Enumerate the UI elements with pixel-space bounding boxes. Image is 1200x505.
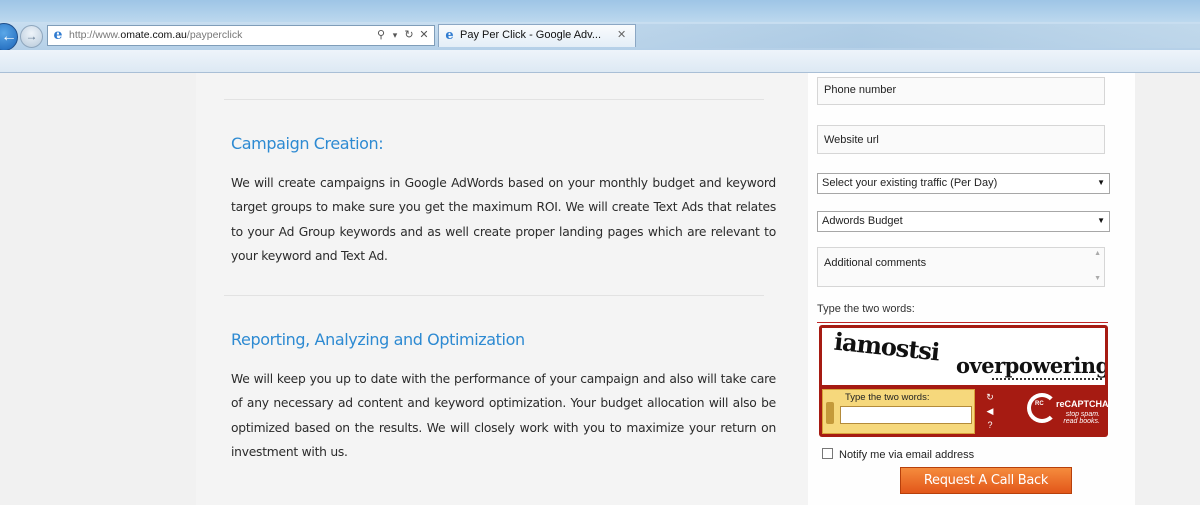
captcha-buttons: ↻ ◀ ? [979, 389, 1001, 434]
scroll-down-icon[interactable]: ▼ [1094, 275, 1101, 282]
window-titlebar [0, 0, 1200, 22]
divider [224, 99, 764, 100]
divider [224, 295, 764, 296]
refresh-icon[interactable]: ↻ [979, 391, 1001, 404]
web-page: Campaign Creation: We will create campai… [0, 73, 1200, 505]
notify-label: Notify me via email address [839, 449, 975, 461]
recaptcha-tagline: stop spam. read books. [1058, 411, 1100, 425]
chevron-down-icon: ▼ [1097, 178, 1105, 187]
ie-page-icon: e [53, 27, 63, 43]
command-bar [0, 50, 1200, 73]
ie-tab-icon: e [445, 28, 454, 43]
pencil-icon [826, 402, 834, 424]
section-body-reporting: We will keep you up to date with the per… [231, 372, 776, 459]
comments-field[interactable]: Additional comments ▲ ▼ [817, 247, 1105, 287]
captcha-divider [817, 322, 1108, 323]
budget-select-value: Adwords Budget [822, 215, 903, 227]
budget-select[interactable]: Adwords Budget ▼ [817, 211, 1110, 232]
tab-pay-per-click[interactable]: e Pay Per Click - Google Adv... ✕ [438, 24, 636, 47]
recaptcha-widget: iamostsi overpowering Type the two words… [819, 325, 1109, 437]
traffic-select-value: Select your existing traffic (Per Day) [822, 177, 998, 189]
refresh-icon[interactable]: ↻ [403, 26, 415, 45]
scroll-up-icon[interactable]: ▲ [1094, 250, 1101, 257]
captcha-word-1: iamostsi [832, 328, 941, 367]
captcha-input-area: Type the two words: [822, 389, 975, 434]
tagline-line-2: read books. [1063, 418, 1100, 425]
captcha-image: iamostsi overpowering [822, 328, 1105, 385]
url-prefix: http://www. [69, 29, 121, 41]
section-heading-campaign-creation: Campaign Creation: [231, 134, 384, 153]
comments-placeholder: Additional comments [824, 257, 927, 269]
recaptcha-icon [1027, 393, 1057, 423]
forward-button[interactable]: → [20, 25, 43, 48]
captcha-input[interactable] [840, 406, 972, 424]
recaptcha-brand: reCAPTCHA [1056, 399, 1109, 409]
captcha-word-2: overpowering [956, 353, 1105, 378]
chevron-down-icon[interactable]: ▾ [389, 26, 401, 45]
recaptcha-logo: RC reCAPTCHA stop spam. read books. [1026, 389, 1109, 434]
help-icon[interactable]: ? [979, 419, 1001, 432]
url-path: /payperclick [186, 29, 243, 41]
address-bar[interactable]: e http://www.omate.com.au/payperclick ⚲ … [47, 25, 435, 46]
forward-arrow-icon: → [25, 29, 38, 43]
tagline-line-1: stop spam. [1065, 411, 1100, 418]
captcha-noise [992, 378, 1102, 385]
main-content: Campaign Creation: We will create campai… [196, 73, 808, 505]
toolbar-background [636, 24, 1200, 48]
notify-checkbox[interactable] [822, 448, 833, 459]
contact-form: Phone number Website url Select your exi… [808, 73, 1135, 505]
phone-placeholder: Phone number [824, 84, 897, 96]
traffic-select[interactable]: Select your existing traffic (Per Day) ▼ [817, 173, 1110, 194]
request-callback-button[interactable]: Request A Call Back [900, 467, 1072, 494]
url-text[interactable]: http://www.omate.com.au/payperclick [69, 26, 242, 45]
section-body-campaign-creation: We will create campaigns in Google AdWor… [231, 176, 776, 263]
recaptcha-rc: RC [1035, 401, 1044, 407]
section-heading-reporting: Reporting, Analyzing and Optimization [231, 330, 525, 349]
website-field[interactable]: Website url [817, 125, 1105, 154]
audio-icon[interactable]: ◀ [979, 405, 1001, 418]
website-placeholder: Website url [824, 134, 879, 146]
stop-icon[interactable]: ✕ [418, 26, 430, 45]
chevron-down-icon: ▼ [1097, 216, 1105, 225]
back-arrow-icon: ← [1, 28, 17, 45]
tab-close-icon[interactable]: ✕ [617, 25, 626, 46]
phone-field[interactable]: Phone number [817, 77, 1105, 105]
captcha-input-label: Type the two words: [845, 392, 930, 403]
url-host: omate.com.au [120, 29, 187, 41]
search-icon[interactable]: ⚲ [375, 26, 387, 45]
tab-title: Pay Per Click - Google Adv... [460, 29, 602, 41]
captcha-label: Type the two words: [817, 303, 915, 315]
